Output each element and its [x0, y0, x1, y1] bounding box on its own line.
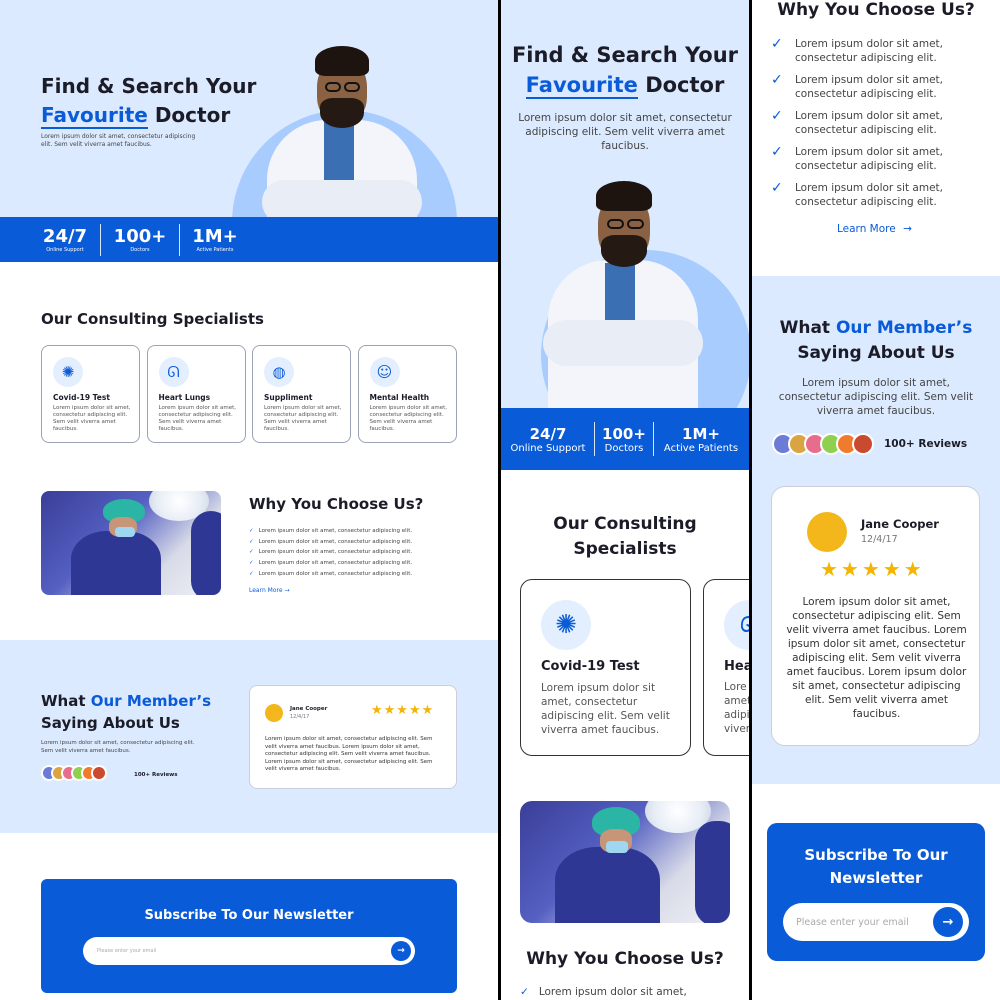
hero-section: Find & Search Your Favourite Doctor Lore… — [0, 0, 498, 262]
mobile-why-item: ✓ Lorem ipsum dolor sit amet, consectetur … — [771, 108, 943, 136]
check-icon: ✓ — [249, 549, 254, 556]
lungs-icon: ᘏ — [724, 600, 749, 650]
mobile-rating-stars: ★★★★★ — [820, 557, 925, 581]
check-icon: ✓ — [771, 72, 783, 88]
mobile-hero: Find & Search Your Favourite Doctor Lore… — [501, 0, 749, 470]
virus-icon: ✺ — [53, 357, 83, 387]
reviewer-avatar — [265, 704, 283, 722]
reviews-count: 100+ Reviews — [134, 772, 178, 778]
mobile-testimonials-section: What Our Member’s Saying About Us Lorem … — [752, 276, 1000, 784]
hero-title: Find & Search Your Favourite Doctor — [41, 74, 257, 129]
reviewer-name: Jane Cooper — [290, 706, 328, 712]
review-text: Lorem ipsum dolor sit amet, consectetur … — [265, 736, 433, 772]
why-heading: Why You Choose Us? — [249, 495, 424, 513]
check-icon: ✓ — [249, 570, 254, 577]
why-item: ✓ Lorem ipsum dolor sit amet, consectetur… — [249, 560, 413, 567]
mobile-stat-patients: 1M+ Active Patients — [663, 424, 739, 454]
why-item: ✓ Lorem ipsum dolor sit amet, consectetur… — [249, 570, 413, 577]
mobile-learn-more-link[interactable]: Learn More → — [837, 223, 912, 235]
mobile-stat-support: 24/7 Online Support — [510, 424, 586, 454]
mobile-view-bottom: Why You Choose Us? ✓ Lorem ipsum dolor si… — [752, 0, 1000, 1000]
mobile-why-item: ✓ Lorem ipsum dolor sit amet, consectetur … — [771, 144, 943, 172]
mobile-specialist-card-partial[interactable]: ᘏ Hea Lore amet adipi viver — [703, 579, 749, 756]
stat-support: 24/7 Online Support — [42, 226, 88, 253]
mobile-reviews-count: 100+ Reviews — [884, 438, 968, 450]
avatar — [852, 433, 874, 455]
specialist-card[interactable]: ✺ Covid-19 Test Lorem ipsum dolor sit am… — [41, 345, 140, 443]
avatar — [91, 765, 107, 781]
hero-title-highlight: Favourite — [41, 103, 148, 129]
review-card: Jane Cooper 12/4/17 ★★★★★ Lorem ipsum do… — [249, 685, 457, 789]
mobile-why-heading-2: Why You Choose Us? — [777, 0, 975, 20]
specialist-card[interactable]: ☺ Mental Health Lorem ipsum dolor sit am… — [357, 345, 457, 443]
review-date: 12/4/17 — [290, 714, 310, 720]
check-icon: ✓ — [249, 560, 254, 567]
mobile-surgery-image — [520, 801, 730, 923]
lungs-icon: ᘏ — [158, 357, 189, 387]
subscribe-button[interactable]: → — [391, 941, 411, 961]
testimonials-description: Lorem ipsum dolor sit amet, consectetur … — [41, 740, 195, 754]
arrow-right-icon: → — [942, 914, 954, 930]
arrow-right-icon: → — [284, 587, 290, 594]
specialist-card[interactable]: ◍ Suppliment Lorem ipsum dolor sit amet,… — [252, 345, 351, 443]
mobile-subscribe-button[interactable]: → — [933, 907, 963, 937]
check-icon: ✓ — [771, 108, 783, 124]
bowl-icon: ◍ — [264, 357, 294, 387]
mobile-why-item: ✓ Lorem ipsum dolor sit amet, — [520, 986, 687, 998]
specialist-card[interactable]: ᘏ Heart Lungs Lorem ipsum dolor sit amet… — [146, 345, 246, 443]
mobile-hero-description: Lorem ipsum dolor sit amet, consectetur … — [518, 112, 732, 152]
mobile-testimonials-description: Lorem ipsum dolor sit amet, consectetur … — [778, 377, 974, 417]
stats-bar: 24/7 Online Support 100+ Doctors 1M+ Act… — [0, 217, 498, 262]
mobile-specialist-card[interactable]: ✺ Covid-19 Test Lorem ipsum dolor sit am… — [520, 579, 691, 756]
mobile-newsletter-heading: Subscribe To Our Newsletter — [804, 846, 948, 887]
why-item: ✓ Lorem ipsum dolor sit amet, consectetur… — [249, 549, 413, 556]
check-icon: ✓ — [249, 538, 254, 545]
mobile-doctor-image — [543, 175, 703, 410]
email-field[interactable]: Please enter your email — [83, 937, 415, 965]
check-icon: ✓ — [249, 528, 254, 534]
mobile-review-card: Jane Cooper 12/4/17 ★★★★★ Lorem ipsum do… — [771, 486, 980, 746]
newsletter-heading: Subscribe To Our Newsletter — [144, 908, 354, 923]
rating-stars: ★★★★★ — [371, 703, 435, 718]
desktop-view: Find & Search Your Favourite Doctor Lore… — [0, 0, 498, 1000]
mobile-why-heading: Why You Choose Us? — [526, 949, 724, 969]
reviewer-avatar — [807, 512, 847, 552]
head-icon: ☺ — [369, 357, 400, 387]
mobile-view-top: Find & Search Your Favourite Doctor Lore… — [501, 0, 749, 1000]
testimonials-heading: What Our Member’s Saying About Us — [41, 692, 212, 732]
learn-more-link[interactable]: Learn More → — [249, 587, 290, 594]
mobile-why-item: ✓ Lorem ipsum dolor sit amet, consectetur … — [771, 72, 943, 100]
stat-patients: 1M+ Active Patients — [192, 226, 238, 253]
mobile-specialists-heading: Our Consulting Specialists — [553, 514, 697, 559]
mobile-stats-bar: 24/7 Online Support 100+ Doctors 1M+ Act… — [501, 408, 749, 470]
check-icon: ✓ — [771, 36, 783, 52]
arrow-right-icon: → — [397, 946, 405, 956]
hero-description: Lorem ipsum dolor sit amet, consectetur … — [41, 133, 196, 148]
mobile-stat-doctors: 100+ Doctors — [602, 424, 646, 454]
testimonials-section: What Our Member’s Saying About Us Lorem … — [0, 640, 498, 833]
specialists-heading: Our Consulting Specialists — [41, 310, 264, 328]
virus-icon: ✺ — [541, 600, 591, 650]
surgery-image — [41, 491, 221, 595]
mobile-why-item: ✓ Lorem ipsum dolor sit amet, consectetur … — [771, 36, 943, 64]
stat-doctors: 100+ Doctors — [113, 226, 167, 253]
mobile-why-item: ✓ Lorem ipsum dolor sit amet, consectetur … — [771, 180, 943, 208]
mobile-testimonials-heading: What Our Member’s Saying About Us — [779, 318, 973, 363]
why-item: ✓ Lorem ipsum dolor sit amet, consectetur… — [249, 538, 413, 545]
mobile-reviewer-avatars — [772, 433, 874, 459]
mobile-newsletter-box: Subscribe To Our Newsletter Please enter… — [767, 823, 985, 961]
check-icon: ✓ — [771, 144, 783, 160]
reviewer-avatars — [41, 765, 107, 785]
newsletter-box: Subscribe To Our Newsletter Please enter… — [41, 879, 457, 993]
check-icon: ✓ — [520, 986, 529, 998]
arrow-right-icon: → — [903, 223, 912, 235]
why-item: ✓ Lorem ipsum dolor sit amet, consectetur… — [249, 528, 413, 534]
check-icon: ✓ — [771, 180, 783, 196]
mobile-hero-title: Find & Search Your Favourite Doctor — [511, 43, 739, 99]
